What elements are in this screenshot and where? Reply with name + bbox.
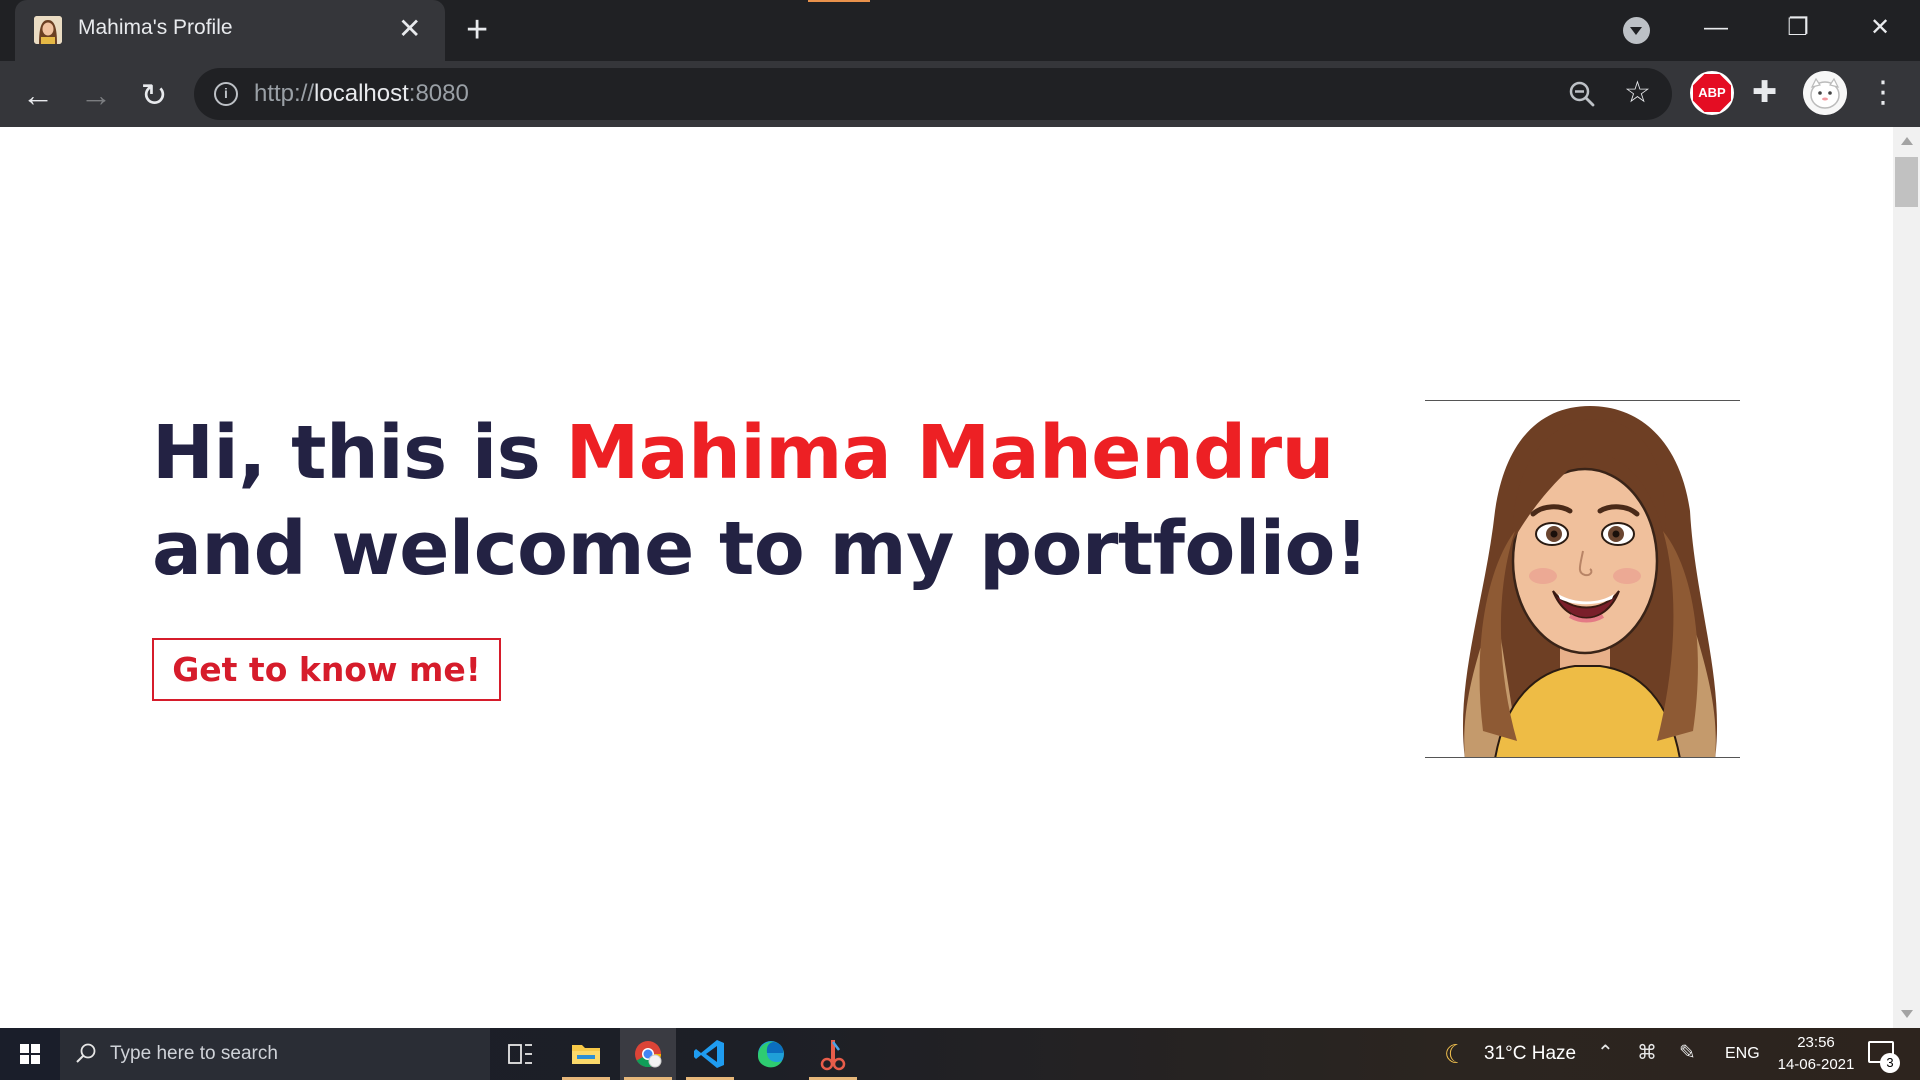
- reload-button[interactable]: ↻: [134, 75, 174, 115]
- scroll-up-arrow-icon[interactable]: [1901, 137, 1913, 145]
- vscode-icon[interactable]: [682, 1028, 738, 1080]
- address-bar[interactable]: i http://localhost:8080 ☆: [194, 68, 1672, 120]
- url-port: :8080: [408, 80, 469, 107]
- adblock-label: ABP: [1693, 74, 1731, 112]
- clock-date[interactable]: 14-06-2021: [1768, 1056, 1864, 1073]
- avatar-illustration: [1425, 400, 1740, 758]
- tab-title: Mahima's Profile: [78, 16, 233, 39]
- tab-close-icon[interactable]: ✕: [398, 14, 421, 44]
- heading-suffix: and welcome to my portfolio!: [152, 506, 1369, 592]
- adblock-plus-icon[interactable]: ABP: [1690, 71, 1734, 115]
- forward-button[interactable]: →: [76, 75, 116, 115]
- browser-toolbar: ← → ↻ i http://localhost:8080 ☆ ABP ✚ ⋮: [0, 61, 1920, 127]
- snipping-tool-icon[interactable]: [805, 1028, 861, 1080]
- url-scheme: http://: [254, 80, 315, 107]
- meet-now-icon[interactable]: ⌘: [1637, 1041, 1657, 1065]
- tab-strip: Mahima's Profile ✕ + — ❐ ✕: [0, 0, 1920, 61]
- edge-icon[interactable]: [743, 1028, 799, 1080]
- heading-name: Mahima Mahendru: [565, 410, 1335, 496]
- extensions-puzzle-icon[interactable]: ✚: [1752, 75, 1777, 111]
- site-info-icon[interactable]: i: [214, 82, 238, 106]
- zoom-out-icon[interactable]: [1568, 80, 1596, 108]
- url-text[interactable]: http://localhost:8080: [254, 80, 469, 108]
- clock-time[interactable]: 23:56: [1768, 1034, 1864, 1051]
- heading-prefix: Hi, this is: [152, 410, 566, 496]
- browser-menu-icon[interactable]: ⋮: [1868, 73, 1898, 113]
- window-restore-button[interactable]: ❐: [1766, 8, 1830, 48]
- bookmark-star-icon[interactable]: ☆: [1624, 77, 1651, 109]
- page-scrollbar[interactable]: [1893, 127, 1920, 1028]
- chrome-icon[interactable]: [620, 1028, 676, 1080]
- windows-start-button[interactable]: [0, 1028, 60, 1080]
- moon-icon[interactable]: ☾: [1444, 1040, 1467, 1068]
- new-tab-button[interactable]: +: [466, 10, 488, 50]
- scrollbar-thumb[interactable]: [1895, 157, 1918, 207]
- get-to-know-me-button[interactable]: Get to know me!: [152, 638, 501, 701]
- pen-workspace-icon[interactable]: ✎: [1679, 1041, 1696, 1065]
- tab-search-icon[interactable]: [1623, 17, 1650, 44]
- hero-heading: Hi, this is Mahima Mahendru and welcome t…: [152, 405, 1412, 597]
- search-placeholder: Type here to search: [110, 1043, 278, 1064]
- window-close-button[interactable]: ✕: [1848, 8, 1912, 48]
- windows-taskbar: Type here to search ☾ 31°C Haze ⌃ ⌘ ✎ EN…: [0, 1028, 1920, 1080]
- window-minimize-button[interactable]: —: [1684, 8, 1748, 48]
- file-explorer-icon[interactable]: [558, 1028, 614, 1080]
- tray-overflow-chevron-icon[interactable]: ⌃: [1597, 1041, 1614, 1065]
- scroll-down-arrow-icon[interactable]: [1901, 1010, 1913, 1018]
- weather-text[interactable]: 31°C Haze: [1484, 1043, 1576, 1065]
- taskbar-search-box[interactable]: Type here to search: [60, 1028, 490, 1080]
- search-icon: [76, 1043, 96, 1063]
- url-host: localhost: [314, 80, 409, 107]
- page-viewport: Hi, this is Mahima Mahendru and welcome t…: [0, 127, 1893, 1028]
- loading-indicator: [808, 0, 870, 2]
- task-view-icon[interactable]: [492, 1028, 548, 1080]
- input-language[interactable]: ENG: [1725, 1045, 1760, 1063]
- back-button[interactable]: ←: [18, 75, 58, 115]
- profile-avatar[interactable]: [1803, 71, 1847, 115]
- notification-count-badge: 3: [1880, 1053, 1900, 1073]
- tab-favicon-icon: [34, 16, 62, 44]
